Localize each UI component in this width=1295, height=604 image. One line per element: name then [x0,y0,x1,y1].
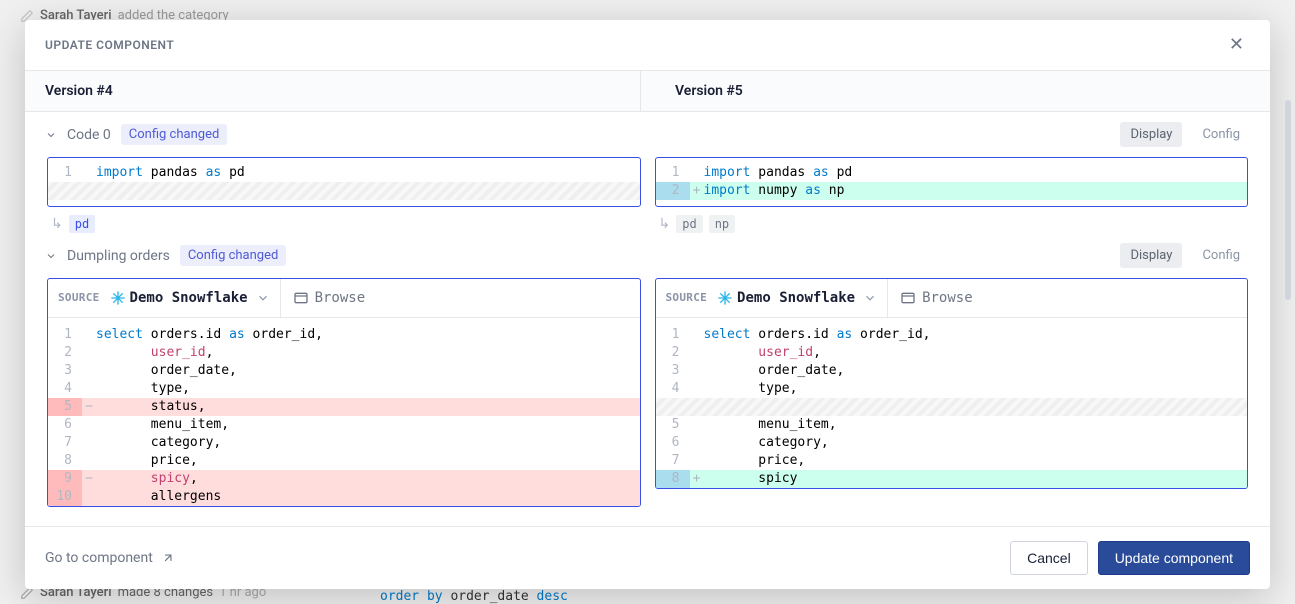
code-line: 9− spicy, [48,470,640,488]
code-line: 2 user_id, [656,344,1248,362]
code-line: 5 menu_item, [656,416,1248,434]
code-line: 4 type, [656,380,1248,398]
chevron-down-icon[interactable] [45,250,57,262]
chevron-down-icon[interactable] [863,291,877,305]
snowflake-icon [717,290,733,306]
browse-icon [900,290,916,306]
return-arrow-icon: ↳ [659,216,671,232]
source-label: SOURCE [48,279,110,317]
config-tab[interactable]: Config [1192,122,1250,147]
code-box-right: SOURCE Demo Snowflake Browse 1select orders… [655,278,1249,489]
output-tags-row: ↳pd↳pdnp [25,207,1270,233]
code-line: 1select orders.id as order_id, [48,326,640,344]
config-changed-badge: Config changed [121,124,228,145]
code-line: 1select orders.id as order_id, [656,326,1248,344]
output-tag[interactable]: pd [676,215,702,233]
scrollbar[interactable] [1285,100,1291,300]
display-tab[interactable]: Display [1120,243,1182,268]
code-line: 6 menu_item, [48,416,640,434]
code-line: 1import pandas as pd [656,164,1248,182]
update-component-modal: UPDATE COMPONENT ✕ Version #4 Version #5… [25,20,1270,589]
code-line: 8+ spicy [656,470,1248,488]
section-header: Dumpling orders Config changed Display Conf… [25,233,1270,278]
code-box-left: SOURCE Demo Snowflake Browse 1select orders… [47,278,641,507]
section-header: Code 0 Config changed Display Config [25,112,1270,157]
code-line: 7 category, [48,434,640,452]
code-line: 10 allergens [48,488,640,506]
diff-body[interactable]: Code 0 Config changed Display Config 1import… [25,112,1270,526]
code-line: 1import pandas as pd [48,164,640,182]
code-line: 4 type, [48,380,640,398]
background-code: order by order_date desc [380,589,568,604]
browse-icon [293,290,309,306]
source-name[interactable]: Demo Snowflake [126,289,252,307]
chevron-down-icon[interactable] [256,291,270,305]
display-tab[interactable]: Display [1120,122,1182,147]
code-line [48,182,640,200]
snowflake-icon [110,290,126,306]
config-tab[interactable]: Config [1192,243,1250,268]
section-title: Code 0 [67,127,111,143]
goto-label: Go to component [45,550,153,566]
code-line: 6 category, [656,434,1248,452]
version-left-label: Version #4 [25,71,640,111]
source-bar: SOURCE Demo Snowflake Browse [656,279,1248,318]
source-label: SOURCE [656,279,718,317]
section-title: Dumpling orders [67,248,170,264]
return-arrow-icon: ↳ [51,216,63,232]
code-box-right: 1import pandas as pd2+import numpy as np [655,157,1249,207]
output-tag[interactable]: np [709,215,735,233]
diff-panes: 1import pandas as pd1import pandas as pd… [25,157,1270,207]
version-right-label: Version #5 [655,71,1270,111]
code-line [656,398,1248,416]
code-line: 7 price, [656,452,1248,470]
version-headers: Version #4 Version #5 [25,70,1270,112]
update-component-button[interactable]: Update component [1098,541,1250,575]
source-name[interactable]: Demo Snowflake [733,289,859,307]
output-tag[interactable]: pd [69,215,95,233]
arrow-up-right-icon [161,551,175,565]
modal-title: UPDATE COMPONENT [45,38,174,52]
cancel-button[interactable]: Cancel [1010,541,1088,575]
code-box-left: 1import pandas as pd [47,157,641,207]
code-line: 3 order_date, [656,362,1248,380]
source-bar: SOURCE Demo Snowflake Browse [48,279,640,318]
modal-footer: Go to component Cancel Update component [25,526,1270,589]
code-line: 5− status, [48,398,640,416]
config-changed-badge: Config changed [180,245,287,266]
modal-header: UPDATE COMPONENT ✕ [25,20,1270,70]
diff-panes: SOURCE Demo Snowflake Browse 1select orders… [25,278,1270,507]
go-to-component-link[interactable]: Go to component [45,550,175,566]
chevron-down-icon[interactable] [45,129,57,141]
code-line: 8 price, [48,452,640,470]
browse-button[interactable]: Browse [888,289,985,307]
close-button[interactable]: ✕ [1223,34,1250,56]
browse-button[interactable]: Browse [281,289,378,307]
code-line: 2 user_id, [48,344,640,362]
code-line: 3 order_date, [48,362,640,380]
code-line: 2+import numpy as np [656,182,1248,200]
